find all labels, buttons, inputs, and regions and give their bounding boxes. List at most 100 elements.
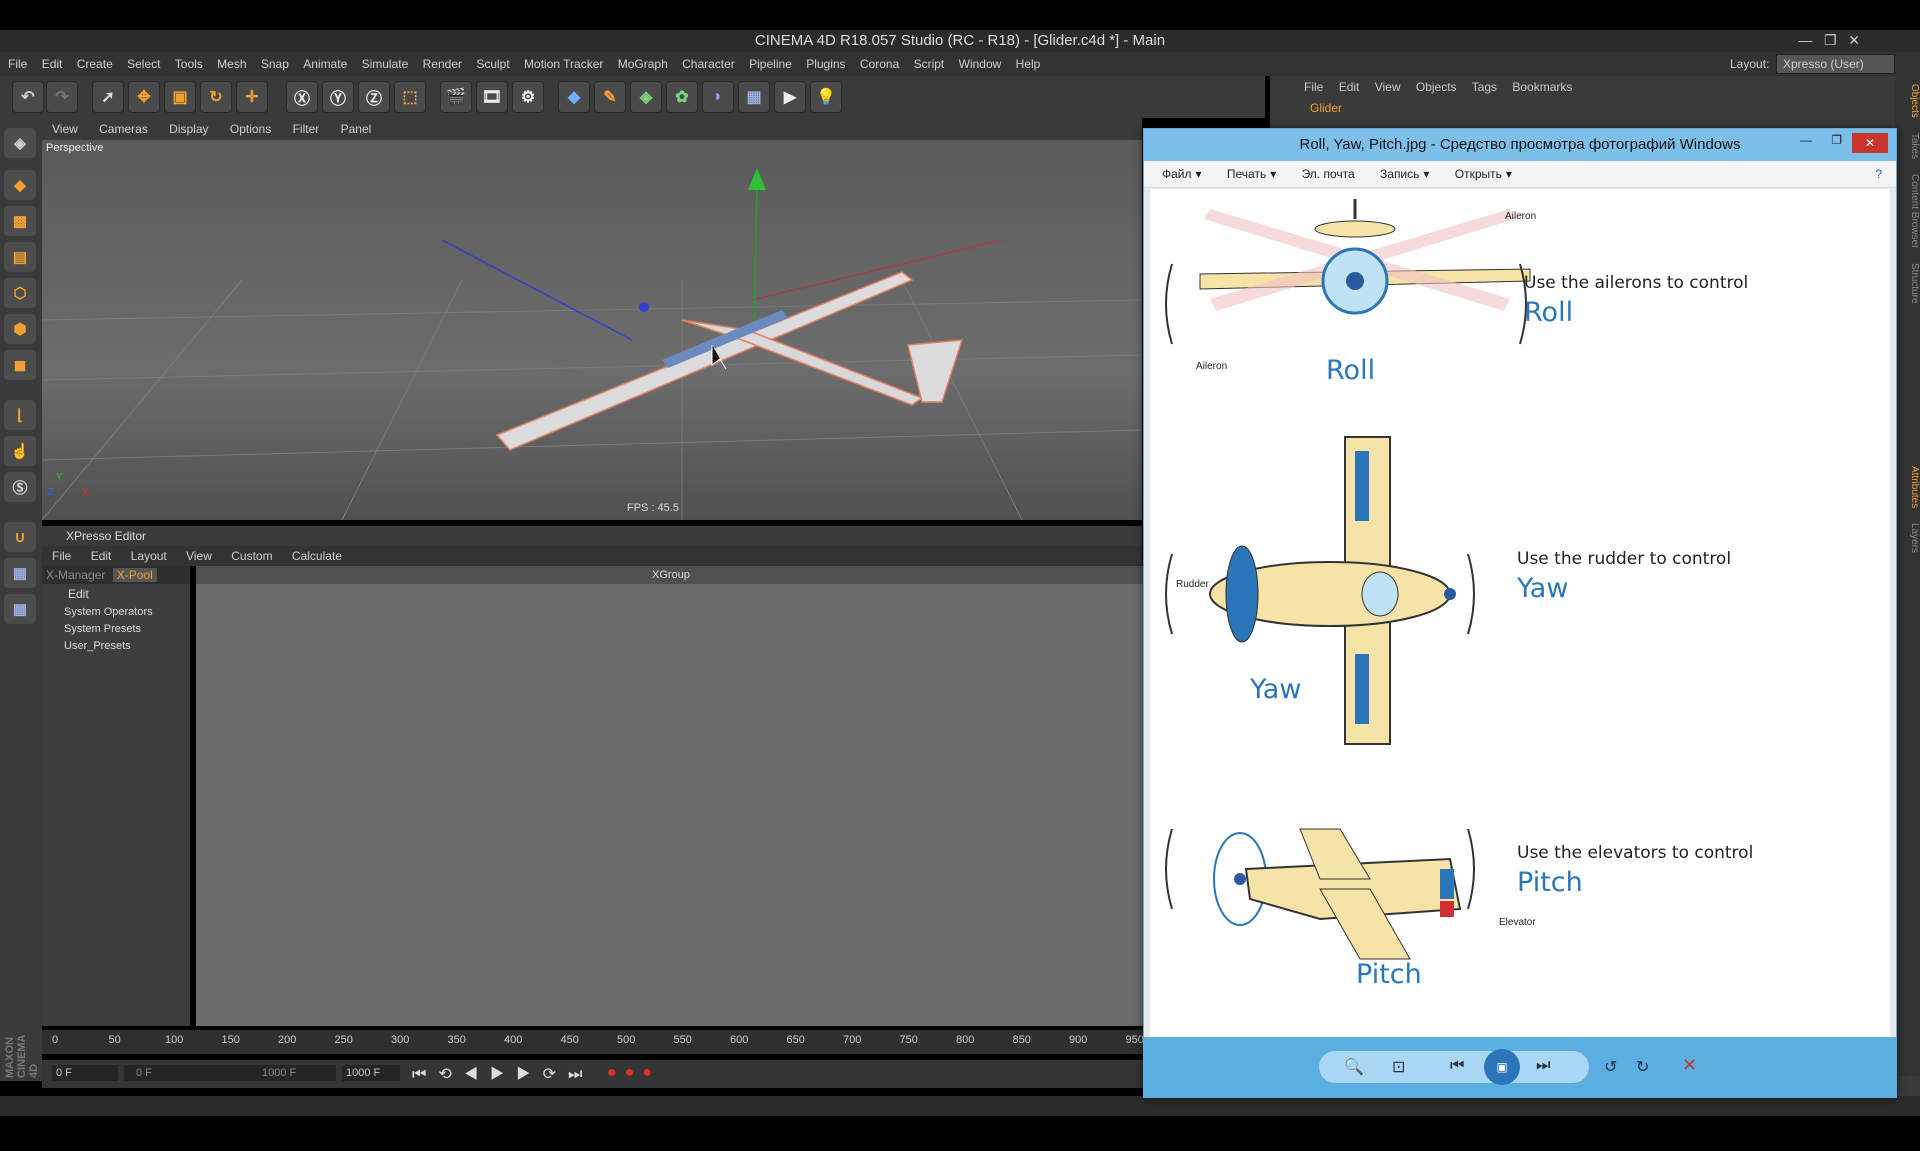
z-axis-icon[interactable]: Ⓩ	[358, 81, 390, 113]
timeline-ruler[interactable]: 0 50 100 150 200 250 300 350 400 450 500 550 600 650 7…	[42, 1030, 1147, 1054]
minimize-icon[interactable]: —	[1800, 133, 1812, 147]
menu-corona[interactable]: Corona	[860, 52, 899, 76]
menu-plugins[interactable]: Plugins	[806, 52, 845, 76]
snap-icon[interactable]: Ⓢ	[4, 472, 36, 502]
menu-select[interactable]: Select	[127, 52, 160, 76]
viewer-menu-open[interactable]: Открыть	[1455, 167, 1502, 181]
side-tab-takes[interactable]: Takes	[1909, 133, 1920, 159]
xgroup-canvas[interactable]: XGroup	[196, 566, 1146, 1026]
viewer-menu-file[interactable]: Файл	[1162, 167, 1192, 181]
objects-menu-tags[interactable]: Tags	[1472, 80, 1497, 94]
workplane-icon[interactable]: ▤	[4, 242, 36, 272]
viewer-menu-burn[interactable]: Запись	[1380, 167, 1419, 181]
tree-item-system-operators[interactable]: System Operators	[64, 604, 190, 621]
transform-tool-icon[interactable]: ✛	[236, 81, 268, 113]
lock-workplane-icon[interactable]: ▦	[4, 558, 36, 588]
rotate-tool-icon[interactable]: ↻	[200, 81, 232, 113]
menu-render[interactable]: Render	[423, 52, 462, 76]
tree-item-user-presets[interactable]: User_Presets	[64, 638, 190, 655]
menu-pipeline[interactable]: Pipeline	[749, 52, 792, 76]
pen-spline-icon[interactable]: ✎	[594, 81, 626, 113]
help-icon[interactable]: ?	[1875, 161, 1882, 187]
objects-menu-edit[interactable]: Edit	[1339, 80, 1360, 94]
menu-tools[interactable]: Tools	[175, 52, 203, 76]
end-frame-field[interactable]: 1000 F	[342, 1065, 400, 1081]
tab-x-manager[interactable]: X-Manager	[42, 568, 109, 582]
workplane-settings-icon[interactable]: ▦	[4, 594, 36, 624]
floor-icon[interactable]: ▦	[738, 81, 770, 113]
polygons-mode-icon[interactable]: ◼	[4, 350, 36, 380]
menu-animate[interactable]: Animate	[303, 52, 347, 76]
camera-icon[interactable]: ▶	[774, 81, 806, 113]
axis-mode-icon[interactable]: ⌊	[4, 400, 36, 430]
x-axis-icon[interactable]: Ⓧ	[286, 81, 318, 113]
render-picture-viewer-icon[interactable]: 🎞	[476, 81, 508, 113]
current-frame-field[interactable]: 0 F	[52, 1065, 118, 1081]
xpresso-menu-calculate[interactable]: Calculate	[292, 549, 342, 563]
objects-menu-view[interactable]: View	[1375, 80, 1401, 94]
viewport-menu-cameras[interactable]: Cameras	[99, 122, 148, 136]
objects-menu-file[interactable]: File	[1304, 80, 1323, 94]
menu-script[interactable]: Script	[914, 52, 945, 76]
slideshow-icon[interactable]: ▣	[1484, 1049, 1520, 1085]
scale-tool-icon[interactable]: ▣	[164, 81, 196, 113]
viewer-menu-email[interactable]: Эл. почта	[1302, 167, 1355, 181]
previous-icon[interactable]: ⏮	[1450, 1057, 1464, 1075]
light-icon[interactable]: 💡	[810, 81, 842, 113]
layout-select[interactable]: Xpresso (User)	[1776, 54, 1895, 74]
render-settings-icon[interactable]: ⚙	[512, 81, 544, 113]
rotate-right-icon[interactable]: ↻	[1636, 1057, 1649, 1077]
viewport-menu-panel[interactable]: Panel	[341, 122, 372, 136]
edges-mode-icon[interactable]: ⬢	[4, 314, 36, 344]
objects-menu-objects[interactable]: Objects	[1416, 80, 1457, 94]
window-controls[interactable]: — ❐ ✕	[1798, 32, 1860, 49]
undo-icon[interactable]: ↶	[12, 81, 44, 113]
menu-edit[interactable]: Edit	[42, 52, 63, 76]
subdivision-icon[interactable]: ◈	[630, 81, 662, 113]
y-axis-icon[interactable]: Ⓨ	[322, 81, 354, 113]
delete-icon[interactable]: ✕	[1682, 1055, 1697, 1076]
tab-x-pool[interactable]: X-Pool	[112, 568, 157, 582]
close-icon[interactable]: ✕	[1852, 133, 1888, 153]
range-end-slider[interactable]: 1000 F	[262, 1065, 296, 1081]
next-icon[interactable]: ⏭	[1536, 1057, 1550, 1075]
maximize-icon[interactable]: ❐	[1831, 133, 1842, 147]
side-tab-attributes[interactable]: Attributes	[1909, 466, 1920, 508]
deformer-icon[interactable]: ◗	[702, 81, 734, 113]
side-tab-objects[interactable]: Objects	[1909, 84, 1920, 118]
cloner-icon[interactable]: ✿	[666, 81, 698, 113]
xpresso-menu-file[interactable]: File	[52, 549, 71, 563]
model-mode-icon[interactable]: ◆	[4, 170, 36, 200]
side-tab-content-browser[interactable]: Content Browser	[1909, 174, 1920, 248]
menu-help[interactable]: Help	[1016, 52, 1041, 76]
side-tab-structure[interactable]: Structure	[1909, 263, 1920, 304]
xpresso-menu-custom[interactable]: Custom	[231, 549, 272, 563]
points-mode-icon[interactable]: ⬡	[4, 278, 36, 308]
menu-mograph[interactable]: MoGraph	[618, 52, 668, 76]
transport-buttons[interactable]: ⏮⟲◀▶▶⟳⏭	[412, 1064, 594, 1084]
viewport-menu-display[interactable]: Display	[169, 122, 208, 136]
menu-character[interactable]: Character	[682, 52, 735, 76]
magnet-icon[interactable]: ∪	[4, 522, 36, 552]
side-tab-layers[interactable]: Layers	[1909, 523, 1920, 553]
object-glider[interactable]: Glider	[1270, 98, 1920, 118]
menu-file[interactable]: File	[8, 52, 27, 76]
cube-icon[interactable]: ◆	[558, 81, 590, 113]
xpresso-menu-layout[interactable]: Layout	[131, 549, 167, 563]
perspective-viewport[interactable]: Perspective Y Z X FPS : 45.5	[42, 140, 1142, 520]
rotate-left-icon[interactable]: ↺	[1604, 1057, 1617, 1077]
menu-mesh[interactable]: Mesh	[217, 52, 246, 76]
viewport-menu-filter[interactable]: Filter	[293, 122, 320, 136]
record-buttons[interactable]: ●●●	[607, 1064, 660, 1082]
tweak-mode-icon[interactable]: ☝	[4, 436, 36, 466]
range-start[interactable]: 0 F	[124, 1065, 336, 1081]
make-editable-icon[interactable]: ◈	[4, 128, 36, 158]
viewer-menu-print[interactable]: Печать	[1227, 167, 1266, 181]
redo-icon[interactable]: ↷	[46, 81, 78, 113]
coordinate-system-icon[interactable]: ⬚	[394, 81, 426, 113]
viewport-menu-view[interactable]: View	[52, 122, 78, 136]
menu-snap[interactable]: Snap	[261, 52, 289, 76]
texture-mode-icon[interactable]: ▩	[4, 206, 36, 236]
zoom-icon[interactable]: 🔍	[1344, 1057, 1364, 1077]
menu-motion-tracker[interactable]: Motion Tracker	[524, 52, 603, 76]
